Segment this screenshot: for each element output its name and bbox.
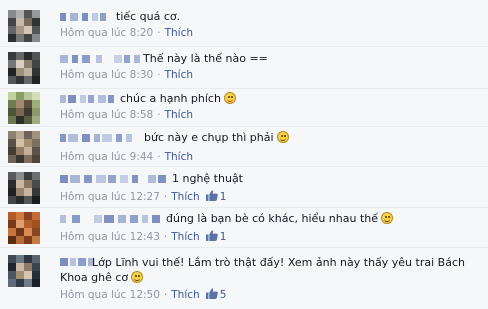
divider: [0, 166, 488, 167]
avatar[interactable]: [8, 172, 40, 204]
avatar[interactable]: [8, 212, 40, 244]
like-link[interactable]: Thích: [165, 69, 193, 81]
comment-meta: Hôm qua lúc 8:30 · Thích: [60, 69, 194, 81]
like-link[interactable]: Thích: [165, 27, 193, 39]
comment-text: tiếc quá cơ.: [116, 10, 181, 23]
comment-text: 1 nghệ thuật: [172, 172, 243, 185]
comment-text: bức này e chụp thì phải: [144, 131, 289, 145]
thumbs-up-icon[interactable]: [205, 230, 218, 241]
like-count[interactable]: 1: [220, 231, 227, 243]
avatar[interactable]: [8, 52, 40, 84]
like-count[interactable]: 5: [220, 289, 227, 301]
avatar[interactable]: [8, 131, 40, 163]
divider: [0, 207, 488, 208]
like-link[interactable]: Thích: [171, 191, 199, 203]
divider: [0, 247, 488, 248]
like-link[interactable]: Thích: [165, 151, 193, 163]
comment-timestamp[interactable]: Hôm qua lúc 8:20: [60, 27, 153, 39]
comment-timestamp[interactable]: Hôm qua lúc 9:44: [60, 151, 153, 163]
comment-text: đúng là bạn bè có khác, hiểu nhau thế: [166, 212, 394, 226]
divider: [0, 46, 488, 47]
comment-timestamp[interactable]: Hôm qua lúc 8:58: [60, 109, 153, 121]
thumbs-up-icon[interactable]: [205, 190, 218, 201]
comment-timestamp[interactable]: Hôm qua lúc 8:30: [60, 69, 153, 81]
like-link[interactable]: Thích: [171, 289, 199, 301]
divider: [0, 126, 488, 127]
like-link[interactable]: Thích: [165, 109, 193, 121]
comment-text: chúc a hạnh phích: [120, 92, 236, 106]
comment-timestamp[interactable]: Hôm qua lúc 12:27: [60, 191, 160, 203]
comment-meta: Hôm qua lúc 8:20 · Thích: [60, 27, 194, 39]
comment-list: tiếc quá cơ. Hôm qua lúc 8:20 · Thích Th…: [0, 0, 488, 309]
like-count[interactable]: 1: [220, 191, 227, 203]
comment-meta: Hôm qua lúc 12:50 · Thích 5: [60, 288, 227, 301]
divider: [0, 88, 488, 89]
comment-meta: Hôm qua lúc 8:58 · Thích: [60, 109, 194, 121]
smile-emoji-icon: [131, 271, 144, 283]
smile-emoji-icon: [381, 212, 394, 224]
comment-meta: Hôm qua lúc 12:43 · Thích 1: [60, 230, 227, 243]
avatar[interactable]: [8, 92, 40, 124]
like-link[interactable]: Thích: [171, 231, 199, 243]
avatar[interactable]: [8, 255, 40, 287]
comment-text: Lớp Lĩnh vui thế! Lắm trò thật đấy! Xem …: [60, 256, 465, 284]
comment-text: Thế này là thế nào ==: [143, 52, 268, 65]
thumbs-up-icon[interactable]: [205, 288, 218, 299]
tongue-emoji-icon: [223, 92, 236, 104]
comment-meta: Hôm qua lúc 9:44 · Thích: [60, 151, 194, 163]
smile-emoji-icon: [276, 131, 289, 143]
comment-timestamp[interactable]: Hôm qua lúc 12:50: [60, 289, 160, 301]
comment-timestamp[interactable]: Hôm qua lúc 12:43: [60, 231, 160, 243]
comment-meta: Hôm qua lúc 12:27 · Thích 1: [60, 190, 227, 203]
avatar[interactable]: [8, 10, 40, 42]
